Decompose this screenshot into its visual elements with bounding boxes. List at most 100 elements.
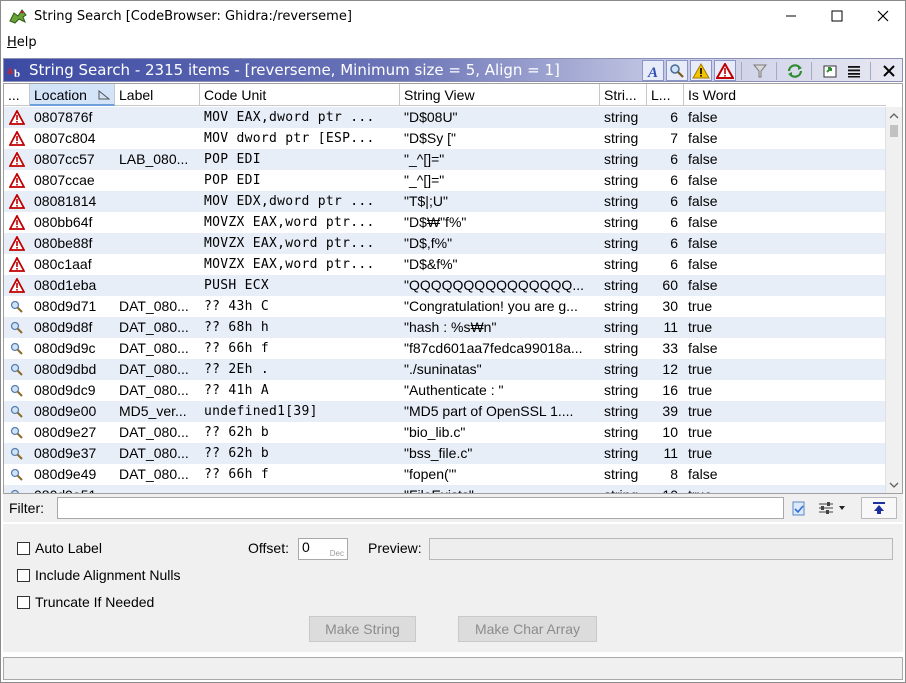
- cell-code-unit[interactable]: ?? 43h C: [200, 296, 400, 317]
- cell-is-word[interactable]: true: [684, 422, 884, 443]
- cell-code-unit[interactable]: MOVZX EAX,word ptr...: [200, 212, 400, 233]
- make-char-array-button[interactable]: Make Char Array: [458, 616, 597, 642]
- column-header-is-word[interactable]: Is Word: [684, 84, 886, 106]
- menu-help[interactable]: Help: [7, 35, 37, 50]
- table-vertical-scrollbar[interactable]: [885, 107, 902, 493]
- cell-string-type[interactable]: string: [600, 317, 647, 338]
- cell-location[interactable]: 080d9e00: [30, 401, 115, 422]
- cell-string-view[interactable]: "Authenticate : ": [400, 380, 600, 401]
- cell-length[interactable]: 12: [647, 359, 684, 380]
- table-row[interactable]: 080c1aaf MOVZX EAX,word ptr... "D$&f%" stri…: [4, 254, 886, 275]
- minimize-button[interactable]: [768, 0, 814, 32]
- checkbox-box[interactable]: [17, 568, 30, 582]
- columns-menu-button[interactable]: [843, 60, 865, 81]
- table-row[interactable]: 080bb64f MOVZX EAX,word ptr... "D$₩"f%" str…: [4, 212, 886, 233]
- component-close-button[interactable]: [878, 60, 900, 81]
- cell-code-unit[interactable]: ?? 66h f: [200, 338, 400, 359]
- cell-string-view[interactable]: "hash : %s₩n": [400, 317, 600, 338]
- cell-location[interactable]: 080bb64f: [30, 212, 115, 233]
- cell-string-type[interactable]: string: [600, 254, 647, 275]
- auto-label-checkbox[interactable]: Auto Label: [17, 540, 102, 556]
- table-row[interactable]: 080d9e49 DAT_080...?? 66h f "fopen('" strin…: [4, 464, 886, 485]
- cell-label[interactable]: MD5_ver...: [115, 401, 200, 422]
- cell-string-type[interactable]: string: [600, 464, 647, 485]
- cell-string-view[interactable]: "D$&f%": [400, 254, 600, 275]
- cell-is-word[interactable]: false: [684, 275, 884, 296]
- cell-label[interactable]: DAT_080...: [115, 359, 200, 380]
- cell-string-view[interactable]: "T$|;U": [400, 191, 600, 212]
- cell-label[interactable]: DAT_080...: [115, 338, 200, 359]
- cell-label[interactable]: DAT_080...: [115, 317, 200, 338]
- cell-label[interactable]: [115, 191, 200, 212]
- table-row[interactable]: 080d9d9c DAT_080...?? 66h f "f87cd601aa7fe…: [4, 338, 886, 359]
- cell-location[interactable]: 0807876f: [30, 107, 115, 128]
- cell-length[interactable]: 6: [647, 212, 684, 233]
- cell-length[interactable]: 11: [647, 317, 684, 338]
- cell-string-type[interactable]: string: [600, 380, 647, 401]
- cell-location[interactable]: 080d9d9c: [30, 338, 115, 359]
- cell-string-view[interactable]: "D$,f%": [400, 233, 600, 254]
- cell-length[interactable]: 7: [647, 128, 684, 149]
- checkbox-box[interactable]: [17, 541, 30, 555]
- cell-length[interactable]: 11: [647, 443, 684, 464]
- cell-location[interactable]: 0807cc57: [30, 149, 115, 170]
- cell-string-view[interactable]: "f87cd601aa7fedca99018a...: [400, 338, 600, 359]
- cell-is-word[interactable]: true: [684, 380, 884, 401]
- cell-string-type[interactable]: string: [600, 359, 647, 380]
- cell-label[interactable]: DAT_080...: [115, 380, 200, 401]
- cell-is-word[interactable]: false: [684, 191, 884, 212]
- cell-length[interactable]: 33: [647, 338, 684, 359]
- table-row[interactable]: 0807c804 MOV dword ptr [ESP... "D$Sy [" str…: [4, 128, 886, 149]
- filter-options-button[interactable]: [790, 498, 808, 518]
- cell-location[interactable]: 080d9d71: [30, 296, 115, 317]
- cell-label[interactable]: DAT_080...: [115, 422, 200, 443]
- cell-location[interactable]: 080d9dc9: [30, 380, 115, 401]
- cell-length[interactable]: 16: [647, 380, 684, 401]
- cell-location[interactable]: 080d9dbd: [30, 359, 115, 380]
- column-header-length[interactable]: L...: [647, 84, 684, 106]
- cell-string-type[interactable]: string: [600, 338, 647, 359]
- scroll-thumb[interactable]: [890, 125, 898, 137]
- cell-length[interactable]: 6: [647, 149, 684, 170]
- cell-length[interactable]: 60: [647, 275, 684, 296]
- cell-is-word[interactable]: true: [684, 296, 884, 317]
- cell-string-type[interactable]: string: [600, 275, 647, 296]
- cell-label[interactable]: [115, 128, 200, 149]
- cell-code-unit[interactable]: ?? 41h A: [200, 380, 400, 401]
- cell-string-type[interactable]: string: [600, 485, 647, 493]
- cell-length[interactable]: 30: [647, 296, 684, 317]
- cell-is-word[interactable]: false: [684, 212, 884, 233]
- cell-string-type[interactable]: string: [600, 401, 647, 422]
- cell-is-word[interactable]: false: [684, 233, 884, 254]
- cell-string-view[interactable]: "D$08U": [400, 107, 600, 128]
- cell-label[interactable]: DAT_080...: [115, 443, 200, 464]
- cell-code-unit[interactable]: MOV EDX,dword ptr ...: [200, 191, 400, 212]
- export-button[interactable]: [819, 60, 841, 81]
- offset-field[interactable]: 0 Dec: [298, 538, 348, 560]
- column-header-string-view[interactable]: String View: [400, 84, 600, 106]
- cell-label[interactable]: [115, 107, 200, 128]
- cell-is-word[interactable]: true: [684, 443, 884, 464]
- table-row[interactable]: 0807876f MOV EAX,dword ptr ... "D$08U" stri…: [4, 107, 886, 128]
- cell-code-unit[interactable]: ?? 62h b: [200, 422, 400, 443]
- cell-code-unit[interactable]: MOV dword ptr [ESP...: [200, 128, 400, 149]
- scroll-to-top-button[interactable]: [861, 497, 897, 519]
- cell-label[interactable]: [115, 212, 200, 233]
- cell-location[interactable]: 080c1aaf: [30, 254, 115, 275]
- cell-location[interactable]: 080d9e37: [30, 443, 115, 464]
- cell-length[interactable]: 6: [647, 233, 684, 254]
- cell-location[interactable]: 0807c804: [30, 128, 115, 149]
- cell-string-view[interactable]: "bio_lib.c": [400, 422, 600, 443]
- refresh-button[interactable]: [784, 60, 806, 81]
- table-row[interactable]: 080d9e00 MD5_ver... undefined1[39] "MD5 par…: [4, 401, 886, 422]
- cell-location[interactable]: 080be88f: [30, 233, 115, 254]
- maximize-button[interactable]: [814, 0, 860, 32]
- cell-is-word[interactable]: false: [684, 128, 884, 149]
- cell-length[interactable]: 39: [647, 401, 684, 422]
- table-row[interactable]: 080d9d71 DAT_080...?? 43h C "Congratulatio…: [4, 296, 886, 317]
- table-row[interactable]: 080d9e51 "FileExists"string10true: [4, 485, 886, 493]
- cell-label[interactable]: [115, 275, 200, 296]
- cell-code-unit[interactable]: POP EDI: [200, 149, 400, 170]
- cell-string-view[interactable]: "bss_file.c": [400, 443, 600, 464]
- cell-string-type[interactable]: string: [600, 128, 647, 149]
